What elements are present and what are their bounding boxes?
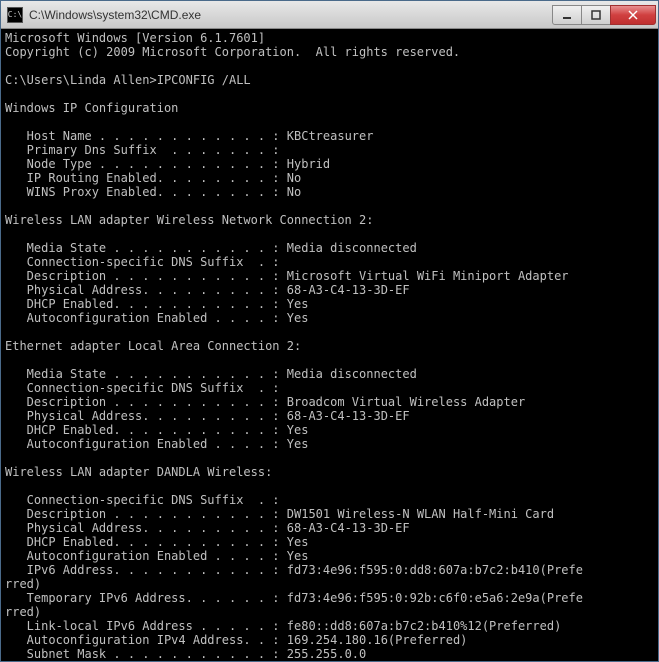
a2-conn-dns-label: Connection-specific DNS Suffix . : <box>5 381 280 395</box>
close-button[interactable] <box>610 5 656 25</box>
prompt: C:\Users\Linda Allen> <box>5 73 157 87</box>
a1-media-value: Media disconnected <box>280 241 417 255</box>
a1-phys-value: 68-A3-C4-13-3D-EF <box>280 283 410 297</box>
a1-dhcp-label: DHCP Enabled. . . . . . . . . . . : <box>5 297 280 311</box>
host-name-label: Host Name . . . . . . . . . . . . : <box>5 129 280 143</box>
a1-phys-label: Physical Address. . . . . . . . . : <box>5 283 280 297</box>
a2-phys-value: 68-A3-C4-13-3D-EF <box>280 409 410 423</box>
minimize-button[interactable] <box>552 5 582 25</box>
a2-desc-label: Description . . . . . . . . . . . : <box>5 395 280 409</box>
a3-tmp-ipv6-wrap: rred) <box>5 605 41 619</box>
a3-desc-label: Description . . . . . . . . . . . : <box>5 507 280 521</box>
cmd-window: C:\ C:\Windows\system32\CMD.exe Microsof… <box>0 0 659 662</box>
a2-desc-value: Broadcom Virtual Wireless Adapter <box>280 395 526 409</box>
window-title: C:\Windows\system32\CMD.exe <box>29 8 553 22</box>
a3-ipv6-wrap: rred) <box>5 577 41 591</box>
a3-tmp-ipv6-value: fd73:4e96:f595:0:92b:c6f0:e5a6:2e9a(Pref… <box>280 591 583 605</box>
command: IPCONFIG /ALL <box>157 73 251 87</box>
a2-dhcp-label: DHCP Enabled. . . . . . . . . . . : <box>5 423 280 437</box>
a3-auto-ipv4-label: Autoconfiguration IPv4 Address. . : <box>5 633 280 647</box>
a3-dhcp-label: DHCP Enabled. . . . . . . . . . . : <box>5 535 280 549</box>
a1-desc-value: Microsoft Virtual WiFi Miniport Adapter <box>280 269 569 283</box>
ip-routing-label: IP Routing Enabled. . . . . . . . : <box>5 171 280 185</box>
a3-dhcp-value: Yes <box>280 535 309 549</box>
a3-subnet-label: Subnet Mask . . . . . . . . . . . : <box>5 647 280 661</box>
window-controls <box>553 5 656 25</box>
a3-phys-value: 68-A3-C4-13-3D-EF <box>280 521 410 535</box>
a1-desc-label: Description . . . . . . . . . . . : <box>5 269 280 283</box>
a1-conn-dns-label: Connection-specific DNS Suffix . : <box>5 255 280 269</box>
wins-proxy-label: WINS Proxy Enabled. . . . . . . . : <box>5 185 280 199</box>
a3-conn-dns-label: Connection-specific DNS Suffix . : <box>5 493 280 507</box>
primary-dns-label: Primary Dns Suffix . . . . . . . : <box>5 143 280 157</box>
a1-auto-value: Yes <box>280 311 309 325</box>
ip-routing-value: No <box>280 171 302 185</box>
header-line1: Microsoft Windows [Version 6.1.7601] <box>5 31 265 45</box>
cmd-icon: C:\ <box>7 7 23 23</box>
a3-subnet-value: 255.255.0.0 <box>280 647 367 661</box>
ipconfig-title: Windows IP Configuration <box>5 101 178 115</box>
titlebar[interactable]: C:\ C:\Windows\system32\CMD.exe <box>1 1 658 29</box>
a2-phys-label: Physical Address. . . . . . . . . : <box>5 409 280 423</box>
a3-ll-ipv6-value: fe80::dd8:607a:b7c2:b410%12(Preferred) <box>280 619 562 633</box>
adapter2-title: Ethernet adapter Local Area Connection 2… <box>5 339 301 353</box>
a3-desc-value: DW1501 Wireless-N WLAN Half-Mini Card <box>280 507 555 521</box>
a1-auto-label: Autoconfiguration Enabled . . . . : <box>5 311 280 325</box>
a2-dhcp-value: Yes <box>280 423 309 437</box>
header-line2: Copyright (c) 2009 Microsoft Corporation… <box>5 45 460 59</box>
a2-media-label: Media State . . . . . . . . . . . : <box>5 367 280 381</box>
a3-auto-value: Yes <box>280 549 309 563</box>
a2-auto-label: Autoconfiguration Enabled . . . . : <box>5 437 280 451</box>
a2-auto-value: Yes <box>280 437 309 451</box>
a2-media-value: Media disconnected <box>280 367 417 381</box>
maximize-button[interactable] <box>581 5 611 25</box>
node-type-label: Node Type . . . . . . . . . . . . : <box>5 157 280 171</box>
host-name-value: KBCtreasurer <box>280 129 374 143</box>
a3-ipv6-value: fd73:4e96:f595:0:dd8:607a:b7c2:b410(Pref… <box>280 563 583 577</box>
a3-tmp-ipv6-label: Temporary IPv6 Address. . . . . . : <box>5 591 280 605</box>
a3-auto-label: Autoconfiguration Enabled . . . . : <box>5 549 280 563</box>
a3-phys-label: Physical Address. . . . . . . . . : <box>5 521 280 535</box>
terminal-output[interactable]: Microsoft Windows [Version 6.1.7601] Cop… <box>1 29 658 661</box>
a1-dhcp-value: Yes <box>280 297 309 311</box>
a1-media-label: Media State . . . . . . . . . . . : <box>5 241 280 255</box>
a3-auto-ipv4-value: 169.254.180.16(Preferred) <box>280 633 468 647</box>
adapter3-title: Wireless LAN adapter DANDLA Wireless: <box>5 465 272 479</box>
a3-ll-ipv6-label: Link-local IPv6 Address . . . . . : <box>5 619 280 633</box>
node-type-value: Hybrid <box>280 157 331 171</box>
wins-proxy-value: No <box>280 185 302 199</box>
a3-ipv6-label: IPv6 Address. . . . . . . . . . . : <box>5 563 280 577</box>
adapter1-title: Wireless LAN adapter Wireless Network Co… <box>5 213 373 227</box>
